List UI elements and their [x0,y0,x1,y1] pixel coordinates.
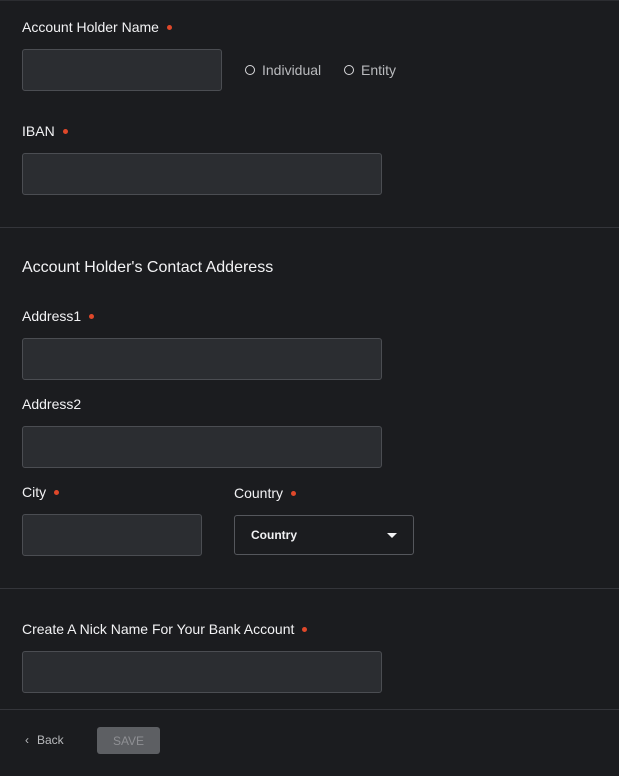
required-indicator [54,489,60,495]
city-label: City [22,484,60,500]
back-button[interactable]: ‹ Back [25,733,64,747]
radio-unchecked-icon [344,65,354,75]
required-indicator [166,24,172,30]
city-input[interactable] [22,514,202,556]
country-label: Country [234,485,297,501]
iban-input[interactable] [22,153,382,195]
back-button-label: Back [37,733,64,747]
required-indicator [89,313,95,319]
radio-unchecked-icon [245,65,255,75]
required-indicator [302,626,308,632]
section-divider [0,588,619,589]
radio-entity[interactable]: Entity [344,62,396,78]
save-button[interactable]: SAVE [97,727,160,754]
section-divider [0,227,619,228]
account-holder-name-label: Account Holder Name [22,19,172,35]
footer-divider [0,709,619,710]
address1-label: Address1 [22,308,95,324]
country-select-value: Country [251,528,297,542]
nickname-label: Create A Nick Name For Your Bank Account [22,621,308,637]
address2-label: Address2 [22,396,82,412]
caret-down-icon [387,532,397,538]
iban-label: IBAN [22,123,68,139]
chevron-left-icon: ‹ [25,733,29,747]
account-holder-name-input[interactable] [22,49,222,91]
address2-input[interactable] [22,426,382,468]
required-indicator [62,128,68,134]
contact-section-title: Account Holder's Contact Adderess [22,259,274,276]
radio-entity-label: Entity [361,62,397,78]
nickname-input[interactable] [22,651,382,693]
address1-input[interactable] [22,338,382,380]
radio-individual-label: Individual [262,62,322,78]
required-indicator [291,490,297,496]
country-select[interactable]: Country [234,515,414,555]
radio-individual[interactable]: Individual [245,62,321,78]
